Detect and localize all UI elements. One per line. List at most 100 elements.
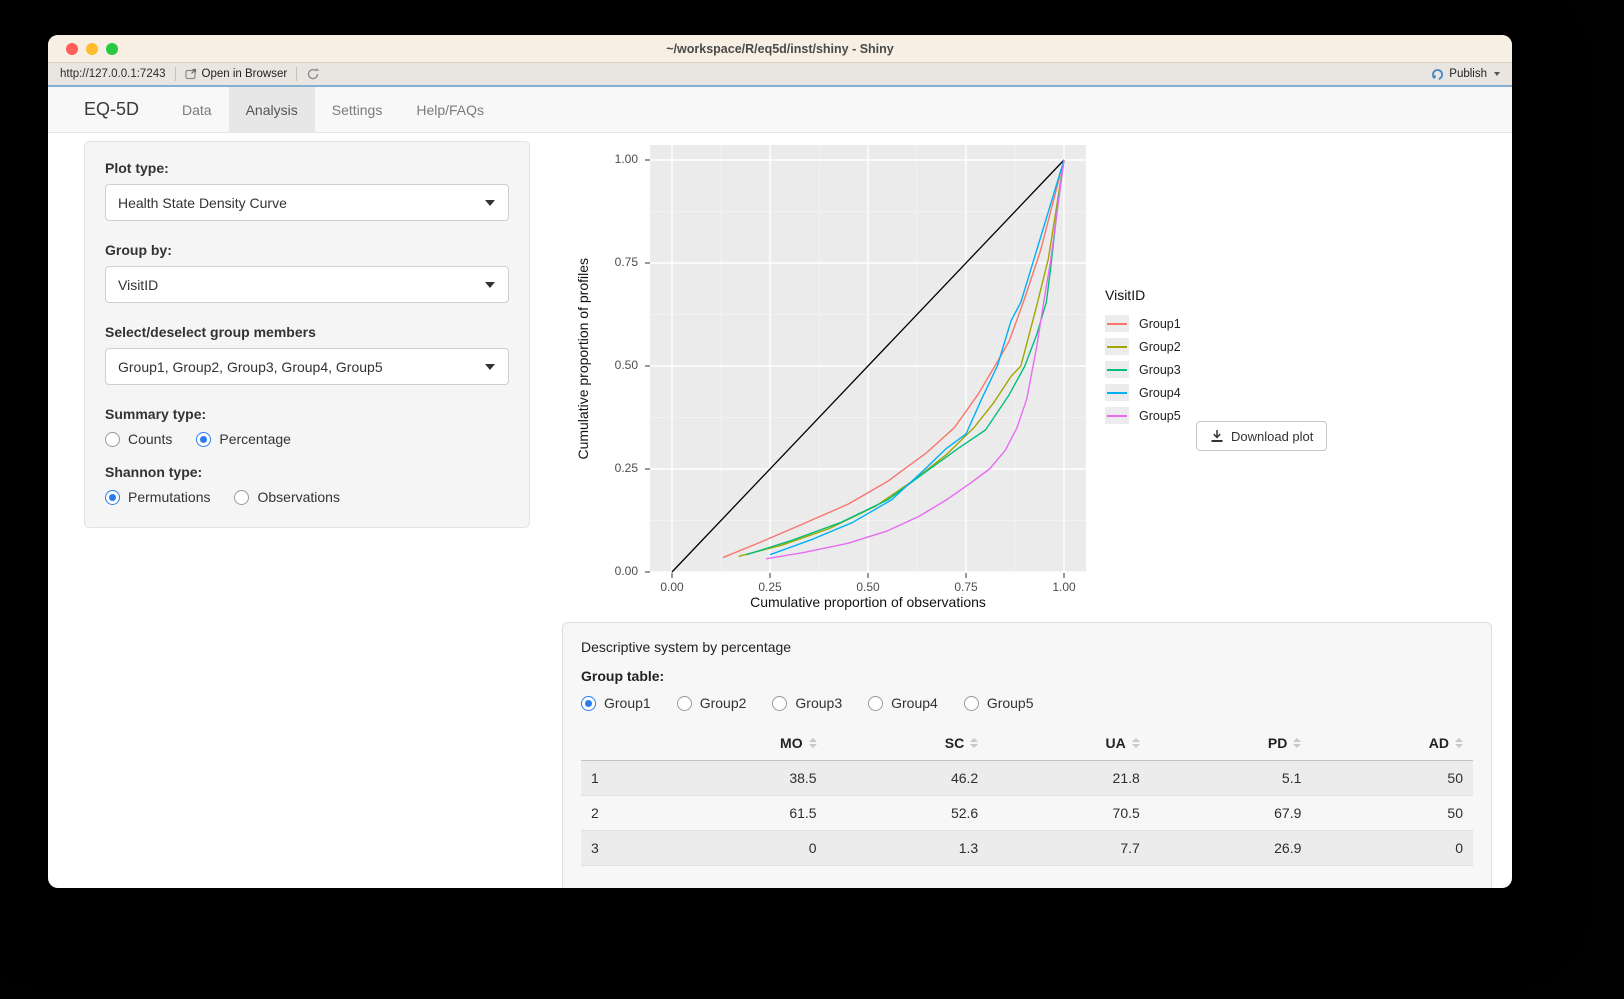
download-plot-button[interactable]: Download plot bbox=[1196, 421, 1327, 451]
y-tick-label: 1.00 bbox=[590, 152, 638, 166]
nav-tab-settings[interactable]: Settings bbox=[315, 87, 400, 132]
window-titlebar: ~/workspace/R/eq5d/inst/shiny - Shiny bbox=[48, 35, 1512, 63]
radio-selected-icon[interactable] bbox=[581, 696, 596, 711]
radio-unselected-icon[interactable] bbox=[234, 490, 249, 505]
window-title: ~/workspace/R/eq5d/inst/shiny - Shiny bbox=[48, 42, 1512, 56]
radio-label: Percentage bbox=[219, 431, 291, 447]
plot-type-value: Health State Density Curve bbox=[118, 195, 287, 211]
x-tick-label: 0.00 bbox=[650, 580, 694, 594]
publish-button[interactable]: Publish bbox=[1431, 68, 1500, 81]
table-header-ua[interactable]: UA bbox=[988, 726, 1150, 761]
column-label: MO bbox=[780, 735, 803, 751]
column-label: UA bbox=[1106, 735, 1126, 751]
sort-icon[interactable] bbox=[1132, 738, 1140, 748]
table-cell: 46.2 bbox=[827, 761, 989, 796]
nav-tab-analysis[interactable]: Analysis bbox=[229, 87, 315, 132]
radio-unselected-icon[interactable] bbox=[964, 696, 979, 711]
group-members-value: Group1, Group2, Group3, Group4, Group5 bbox=[118, 359, 383, 375]
table-header-sc[interactable]: SC bbox=[827, 726, 989, 761]
table-row: 301.37.726.90 bbox=[581, 831, 1473, 866]
y-axis-title: Cumulative proportion of profiles bbox=[572, 145, 594, 573]
x-axis-title: Cumulative proportion of observations bbox=[650, 594, 1086, 610]
radio-label: Group1 bbox=[604, 695, 651, 711]
table-header-pd[interactable]: PD bbox=[1150, 726, 1312, 761]
legend-label: Group3 bbox=[1139, 363, 1181, 377]
table-cell: 26.9 bbox=[1150, 831, 1312, 866]
reload-button[interactable] bbox=[306, 67, 320, 81]
x-tick-label: 0.50 bbox=[846, 580, 890, 594]
y-tick-label: 0.00 bbox=[590, 564, 638, 578]
radio-selected-icon[interactable] bbox=[105, 490, 120, 505]
nav-tab-help-faqs[interactable]: Help/FAQs bbox=[399, 87, 501, 132]
open-in-browser-label: Open in Browser bbox=[202, 68, 288, 80]
sort-icon[interactable] bbox=[809, 738, 817, 748]
group-table-radios: Group1 Group2 Group3 Group4 Group5 bbox=[581, 695, 1473, 711]
group-table-radio-group2[interactable]: Group2 bbox=[677, 695, 747, 711]
sort-icon[interactable] bbox=[970, 738, 978, 748]
url-text: http://127.0.0.1:7243 bbox=[60, 68, 166, 80]
table-cell: 70.5 bbox=[988, 796, 1150, 831]
table-row: 261.552.670.567.950 bbox=[581, 796, 1473, 831]
chevron-down-icon bbox=[485, 282, 495, 288]
group-by-select[interactable]: VisitID bbox=[105, 266, 509, 303]
table-cell: 5.1 bbox=[1150, 761, 1312, 796]
x-tick-label: 0.75 bbox=[944, 580, 988, 594]
group-members-select[interactable]: Group1, Group2, Group3, Group4, Group5 bbox=[105, 348, 509, 385]
summary-type-radio-counts[interactable]: Counts bbox=[105, 431, 172, 447]
group-table-radio-group3[interactable]: Group3 bbox=[772, 695, 842, 711]
summary-type-label: Summary type: bbox=[105, 406, 509, 422]
publish-icon bbox=[1431, 68, 1444, 81]
legend-label: Group1 bbox=[1139, 317, 1181, 331]
y-tick-label: 0.50 bbox=[590, 358, 638, 372]
shannon-type-radio-observations[interactable]: Observations bbox=[234, 489, 339, 505]
legend-title: VisitID bbox=[1105, 287, 1181, 303]
chevron-down-icon bbox=[485, 200, 495, 206]
table-header-rowname bbox=[581, 726, 665, 761]
group-table-radio-group4[interactable]: Group4 bbox=[868, 695, 938, 711]
sort-icon[interactable] bbox=[1455, 738, 1463, 748]
column-label: AD bbox=[1429, 735, 1449, 751]
toolbar-divider bbox=[175, 67, 176, 81]
row-name-cell: 2 bbox=[581, 796, 665, 831]
legend-key-icon bbox=[1105, 361, 1129, 378]
table-cell: 50 bbox=[1311, 796, 1473, 831]
row-name-cell: 1 bbox=[581, 761, 665, 796]
radio-unselected-icon[interactable] bbox=[772, 696, 787, 711]
radio-label: Group3 bbox=[795, 695, 842, 711]
open-in-browser-button[interactable]: Open in Browser bbox=[185, 68, 288, 80]
summary-type-radio-percentage[interactable]: Percentage bbox=[196, 431, 291, 447]
legend-entry-group2: Group2 bbox=[1105, 335, 1181, 358]
legend-entries: Group1Group2Group3Group4Group5 bbox=[1105, 312, 1181, 427]
radio-label: Observations bbox=[257, 489, 339, 505]
group-table-radio-group1[interactable]: Group1 bbox=[581, 695, 651, 711]
sort-icon[interactable] bbox=[1293, 738, 1301, 748]
legend-entry-group3: Group3 bbox=[1105, 358, 1181, 381]
table-cell: 38.5 bbox=[665, 761, 827, 796]
table-cell: 61.5 bbox=[665, 796, 827, 831]
radio-label: Group2 bbox=[700, 695, 747, 711]
radio-unselected-icon[interactable] bbox=[868, 696, 883, 711]
hsdc-plot bbox=[650, 145, 1086, 573]
radio-selected-icon[interactable] bbox=[196, 432, 211, 447]
table-cell: 7.7 bbox=[988, 831, 1150, 866]
radio-unselected-icon[interactable] bbox=[105, 432, 120, 447]
descriptive-table-panel: Descriptive system by percentage Group t… bbox=[562, 622, 1492, 888]
legend-key-icon bbox=[1105, 338, 1129, 355]
summary-type-radios: Counts Percentage bbox=[105, 431, 509, 447]
legend-key-icon bbox=[1105, 315, 1129, 332]
radio-unselected-icon[interactable] bbox=[677, 696, 692, 711]
browser-toolbar: http://127.0.0.1:7243 Open in Browser bbox=[48, 63, 1512, 87]
plot-type-label: Plot type: bbox=[105, 160, 509, 176]
radio-label: Group4 bbox=[891, 695, 938, 711]
table-header-mo[interactable]: MO bbox=[665, 726, 827, 761]
plot-type-select[interactable]: Health State Density Curve bbox=[105, 184, 509, 221]
table-cell: 0 bbox=[665, 831, 827, 866]
group-table-radio-group5[interactable]: Group5 bbox=[964, 695, 1034, 711]
y-tick-label: 0.75 bbox=[590, 255, 638, 269]
app-brand: EQ-5D bbox=[84, 87, 139, 132]
nav-tab-data[interactable]: Data bbox=[165, 87, 229, 132]
shannon-type-radio-permutations[interactable]: Permutations bbox=[105, 489, 210, 505]
open-in-browser-icon bbox=[185, 68, 197, 80]
legend-entry-group1: Group1 bbox=[1105, 312, 1181, 335]
table-header-ad[interactable]: AD bbox=[1311, 726, 1473, 761]
